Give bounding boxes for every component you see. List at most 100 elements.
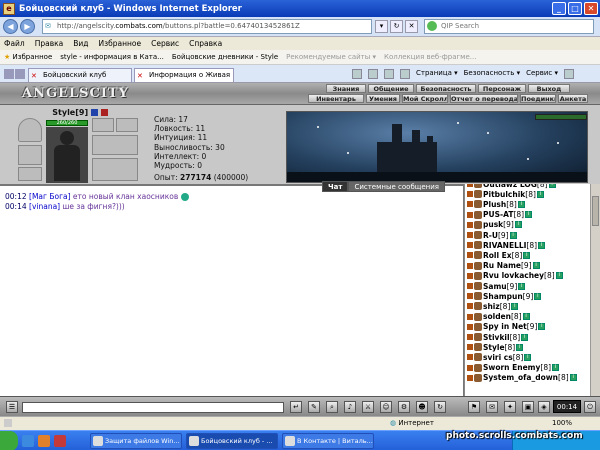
clear-icon[interactable]: ✎ bbox=[308, 401, 320, 413]
fav-item-2[interactable]: Бойцовские дневники - Style bbox=[172, 53, 278, 61]
magic-icon[interactable]: ✦ bbox=[504, 401, 516, 413]
safety-menu[interactable]: Безопасность ▾ bbox=[464, 69, 520, 79]
user-name[interactable]: sviri cs bbox=[483, 353, 513, 362]
online-user-row[interactable]: sviri cs [8] i bbox=[467, 352, 532, 362]
settings-icon[interactable]: ⚙ bbox=[398, 401, 410, 413]
menu-favorites[interactable]: Избранное bbox=[99, 39, 142, 48]
page-menu[interactable]: Страница ▾ bbox=[416, 69, 458, 79]
scroll-thumb[interactable] bbox=[592, 196, 599, 226]
menu-edit[interactable]: Правка bbox=[35, 39, 64, 48]
sound-icon[interactable]: ♪ bbox=[344, 401, 356, 413]
online-user-row[interactable]: shiz [8] i bbox=[467, 301, 519, 311]
info-icon[interactable]: i bbox=[538, 241, 546, 249]
fav-item-4[interactable]: Коллекция веб-фрагме... bbox=[384, 53, 476, 61]
info-icon[interactable]: i bbox=[516, 343, 524, 351]
user-name[interactable]: Sworn Enemy bbox=[483, 363, 540, 372]
url-field[interactable]: ✉ http://angelscity.combats.com/buttons.… bbox=[42, 19, 372, 34]
info-icon[interactable] bbox=[90, 109, 98, 116]
chat-time[interactable]: 00:14 bbox=[5, 202, 27, 211]
maximize-button[interactable]: □ bbox=[568, 2, 582, 15]
online-user-row[interactable]: pusk [9] i bbox=[467, 220, 522, 230]
user-name[interactable]: System_ofa_down bbox=[483, 373, 558, 382]
user-name[interactable]: Style bbox=[483, 343, 505, 352]
user-name[interactable]: Plush bbox=[483, 200, 506, 209]
info-icon[interactable]: i bbox=[552, 364, 560, 372]
feeds-icon[interactable] bbox=[368, 69, 378, 79]
info-icon[interactable]: i bbox=[521, 333, 529, 341]
online-user-row[interactable]: System_ofa_down [8] i bbox=[467, 373, 577, 383]
user-name[interactable]: Outlawz LOG bbox=[483, 184, 537, 189]
amulet-slot[interactable] bbox=[116, 118, 138, 132]
user-name[interactable]: Ru Name bbox=[483, 261, 521, 270]
user-name[interactable]: Samu bbox=[483, 282, 507, 291]
gloves-slot[interactable] bbox=[92, 135, 138, 155]
online-user-row[interactable]: Spy in Net [9] i bbox=[467, 322, 546, 332]
online-user-row[interactable]: Stivkil [8] i bbox=[467, 332, 529, 342]
send-icon[interactable]: ↵ bbox=[290, 401, 302, 413]
help-icon[interactable] bbox=[564, 69, 575, 79]
start-button[interactable] bbox=[0, 431, 18, 450]
online-user-row[interactable]: solden [8] i bbox=[467, 312, 530, 322]
print-icon[interactable] bbox=[400, 69, 410, 79]
online-user-row[interactable]: Roll Ex [8] i bbox=[467, 250, 531, 260]
quick-tabs-icon[interactable] bbox=[15, 69, 25, 79]
smiles-icon[interactable]: ☻ bbox=[416, 401, 428, 413]
menu-profile[interactable]: Анкета bbox=[558, 94, 588, 103]
menu-skills[interactable]: Умения bbox=[366, 94, 400, 103]
online-user-row[interactable]: Ru Name [9] i bbox=[467, 261, 540, 271]
user-name[interactable]: shiz bbox=[483, 302, 500, 311]
online-user-row[interactable]: Sworn Enemy [8] i bbox=[467, 363, 560, 373]
menu-fights[interactable]: Поединки bbox=[520, 94, 556, 103]
minimize-button[interactable]: _ bbox=[552, 2, 566, 15]
online-scrollbar[interactable] bbox=[590, 184, 600, 396]
info-icon[interactable]: i bbox=[536, 190, 544, 198]
info-icon[interactable]: i bbox=[525, 211, 533, 219]
tools-menu[interactable]: Сервис ▾ bbox=[526, 69, 558, 79]
info-icon[interactable]: i bbox=[518, 282, 526, 290]
info-icon[interactable]: i bbox=[514, 221, 522, 229]
user-name[interactable]: R-U bbox=[483, 231, 498, 240]
chat-nick[interactable]: [vinana] bbox=[29, 202, 60, 211]
tab-close-icon[interactable]: ✕ bbox=[137, 70, 143, 83]
scroll-icon[interactable]: ✉ bbox=[486, 401, 498, 413]
ie-quicklaunch-icon[interactable] bbox=[22, 435, 34, 447]
info-icon[interactable]: i bbox=[511, 302, 519, 310]
map-icon[interactable]: ◈ bbox=[538, 401, 550, 413]
info-icon[interactable]: i bbox=[517, 200, 525, 208]
ring-slot[interactable] bbox=[92, 118, 114, 132]
chat-options-icon[interactable]: ☰ bbox=[6, 401, 18, 413]
battle-icon[interactable]: ⚑ bbox=[468, 401, 480, 413]
opera-quicklaunch-icon[interactable] bbox=[54, 435, 66, 447]
menu-exit[interactable]: Выход bbox=[528, 84, 570, 93]
location-image[interactable] bbox=[286, 111, 588, 183]
exit-icon[interactable]: ⏻ bbox=[584, 401, 596, 413]
menu-social[interactable]: Общение bbox=[368, 84, 414, 93]
menu-transfers[interactable]: Отчет о переводах bbox=[450, 94, 518, 103]
menu-security[interactable]: Безопасность bbox=[416, 84, 476, 93]
menu-character[interactable]: Персонаж bbox=[478, 84, 526, 93]
info-icon[interactable]: i bbox=[555, 272, 563, 280]
menu-tools[interactable]: Сервис bbox=[151, 39, 179, 48]
online-user-row[interactable]: Pitbulchik [8] i bbox=[467, 189, 544, 199]
close-button[interactable]: ✕ bbox=[584, 2, 598, 15]
stop-icon[interactable]: ✕ bbox=[405, 20, 418, 33]
refresh-chat-icon[interactable]: ↻ bbox=[434, 401, 446, 413]
bag-icon[interactable]: ▣ bbox=[522, 401, 534, 413]
weapon-slot[interactable] bbox=[18, 145, 42, 165]
menu-scroll[interactable]: Мой Скролл bbox=[402, 94, 448, 103]
favorites-button[interactable]: ★ Избранное bbox=[4, 53, 52, 61]
tab-list-icon[interactable] bbox=[4, 69, 14, 79]
menu-knowledge[interactable]: Знания bbox=[326, 84, 366, 93]
chat-window[interactable]: 00:12 [Маг Бога] ето новый клан хаоснико… bbox=[0, 184, 464, 396]
chat-nick[interactable]: [Маг Бога] bbox=[29, 192, 71, 201]
tab-info[interactable]: ✕ Информация о Живая bbox=[134, 68, 234, 82]
user-name[interactable]: Roll Ex bbox=[483, 251, 512, 260]
online-user-row[interactable]: Plush [8] i bbox=[467, 199, 525, 209]
tab-close-icon[interactable]: ✕ bbox=[31, 70, 37, 83]
user-name[interactable]: Rvu lovkachey bbox=[483, 271, 544, 280]
online-user-row[interactable]: R-U [9] i bbox=[467, 230, 517, 240]
info-icon[interactable]: i bbox=[534, 292, 542, 300]
info-icon[interactable]: i bbox=[538, 323, 546, 331]
menu-inventory[interactable]: Инвентарь bbox=[308, 94, 364, 103]
user-name[interactable]: Spy in Net bbox=[483, 322, 527, 331]
